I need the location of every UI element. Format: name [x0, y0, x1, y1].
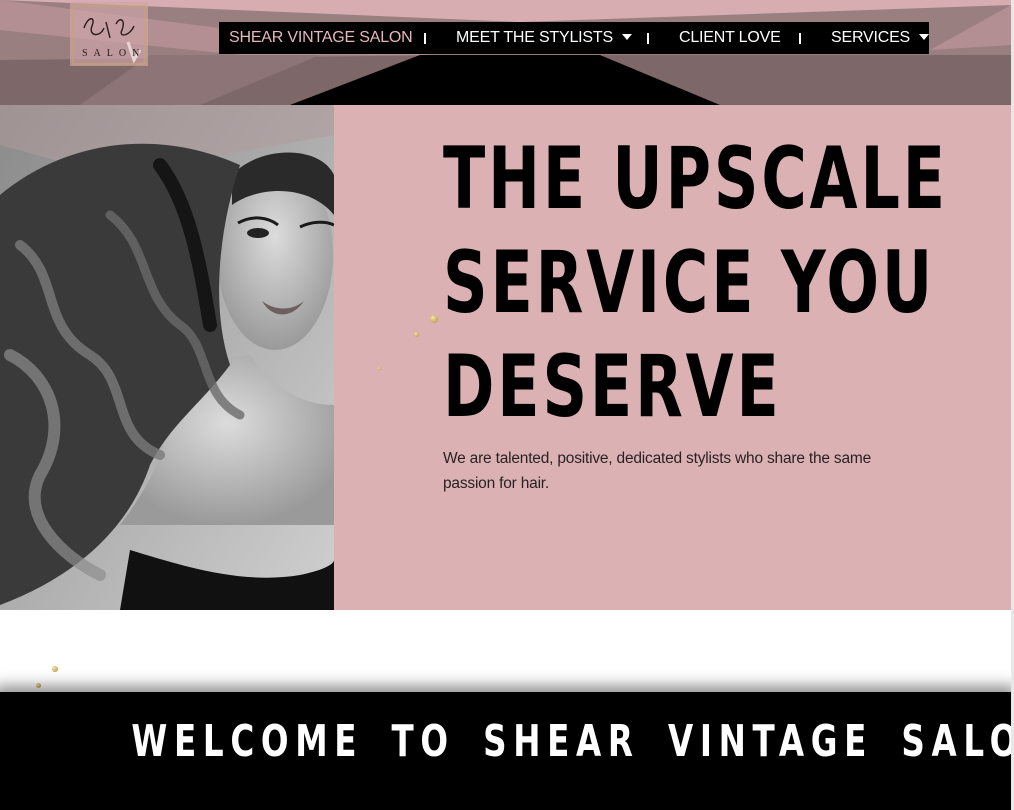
nav-item-label: CLIENT LOVE	[679, 29, 781, 46]
nav-item-label: MEET THE STYLISTS	[456, 29, 613, 46]
nav-item-services[interactable]: SERVICES	[831, 22, 930, 54]
hero-headline: THE UPSCALE SERVICE YOU DESERVE	[443, 127, 948, 439]
hero-tagline: We are talented, positive, dedicated sty…	[443, 450, 872, 492]
nav-divider	[799, 33, 801, 44]
chevron-down-icon	[919, 33, 930, 40]
chevron-down-icon	[621, 33, 632, 40]
logo-wordmark: SALON	[82, 48, 146, 59]
nav-item-stylists[interactable]: MEET THE STYLISTS	[456, 22, 632, 54]
nav-divider	[647, 33, 649, 44]
nav-item-home[interactable]: SHEAR VINTAGE SALON	[229, 22, 413, 54]
welcome-banner: WELCOME TO SHEAR VINTAGE SALON	[0, 692, 1014, 810]
hero-portrait-image	[0, 105, 334, 610]
salon-logo[interactable]: SALON	[70, 2, 148, 66]
gold-sparkle-icon	[52, 666, 58, 672]
gold-sparkle-icon	[414, 332, 419, 337]
headline-line: THE UPSCALE	[443, 129, 948, 229]
nav-item-label: SHEAR VINTAGE SALON	[229, 29, 413, 46]
site-header: SALON SHEAR VINTAGE SALON MEET THE STYLI…	[0, 0, 1011, 105]
welcome-title: WELCOME TO SHEAR VINTAGE SALON	[131, 716, 1014, 767]
nav-divider	[424, 33, 426, 44]
nav-item-label: SERVICES	[831, 29, 911, 46]
hero-section: THE UPSCALE SERVICE YOU DESERVE We are t…	[0, 105, 1011, 610]
headline-line: DESERVE	[443, 337, 782, 437]
gold-sparkle-icon	[430, 315, 438, 323]
gold-sparkle-icon	[36, 683, 41, 688]
headline-line: SERVICE YOU	[443, 233, 936, 333]
main-nav: SHEAR VINTAGE SALON MEET THE STYLISTS CL…	[219, 22, 930, 54]
gold-sparkle-icon	[378, 367, 381, 370]
nav-item-client-love[interactable]: CLIENT LOVE	[679, 22, 781, 54]
